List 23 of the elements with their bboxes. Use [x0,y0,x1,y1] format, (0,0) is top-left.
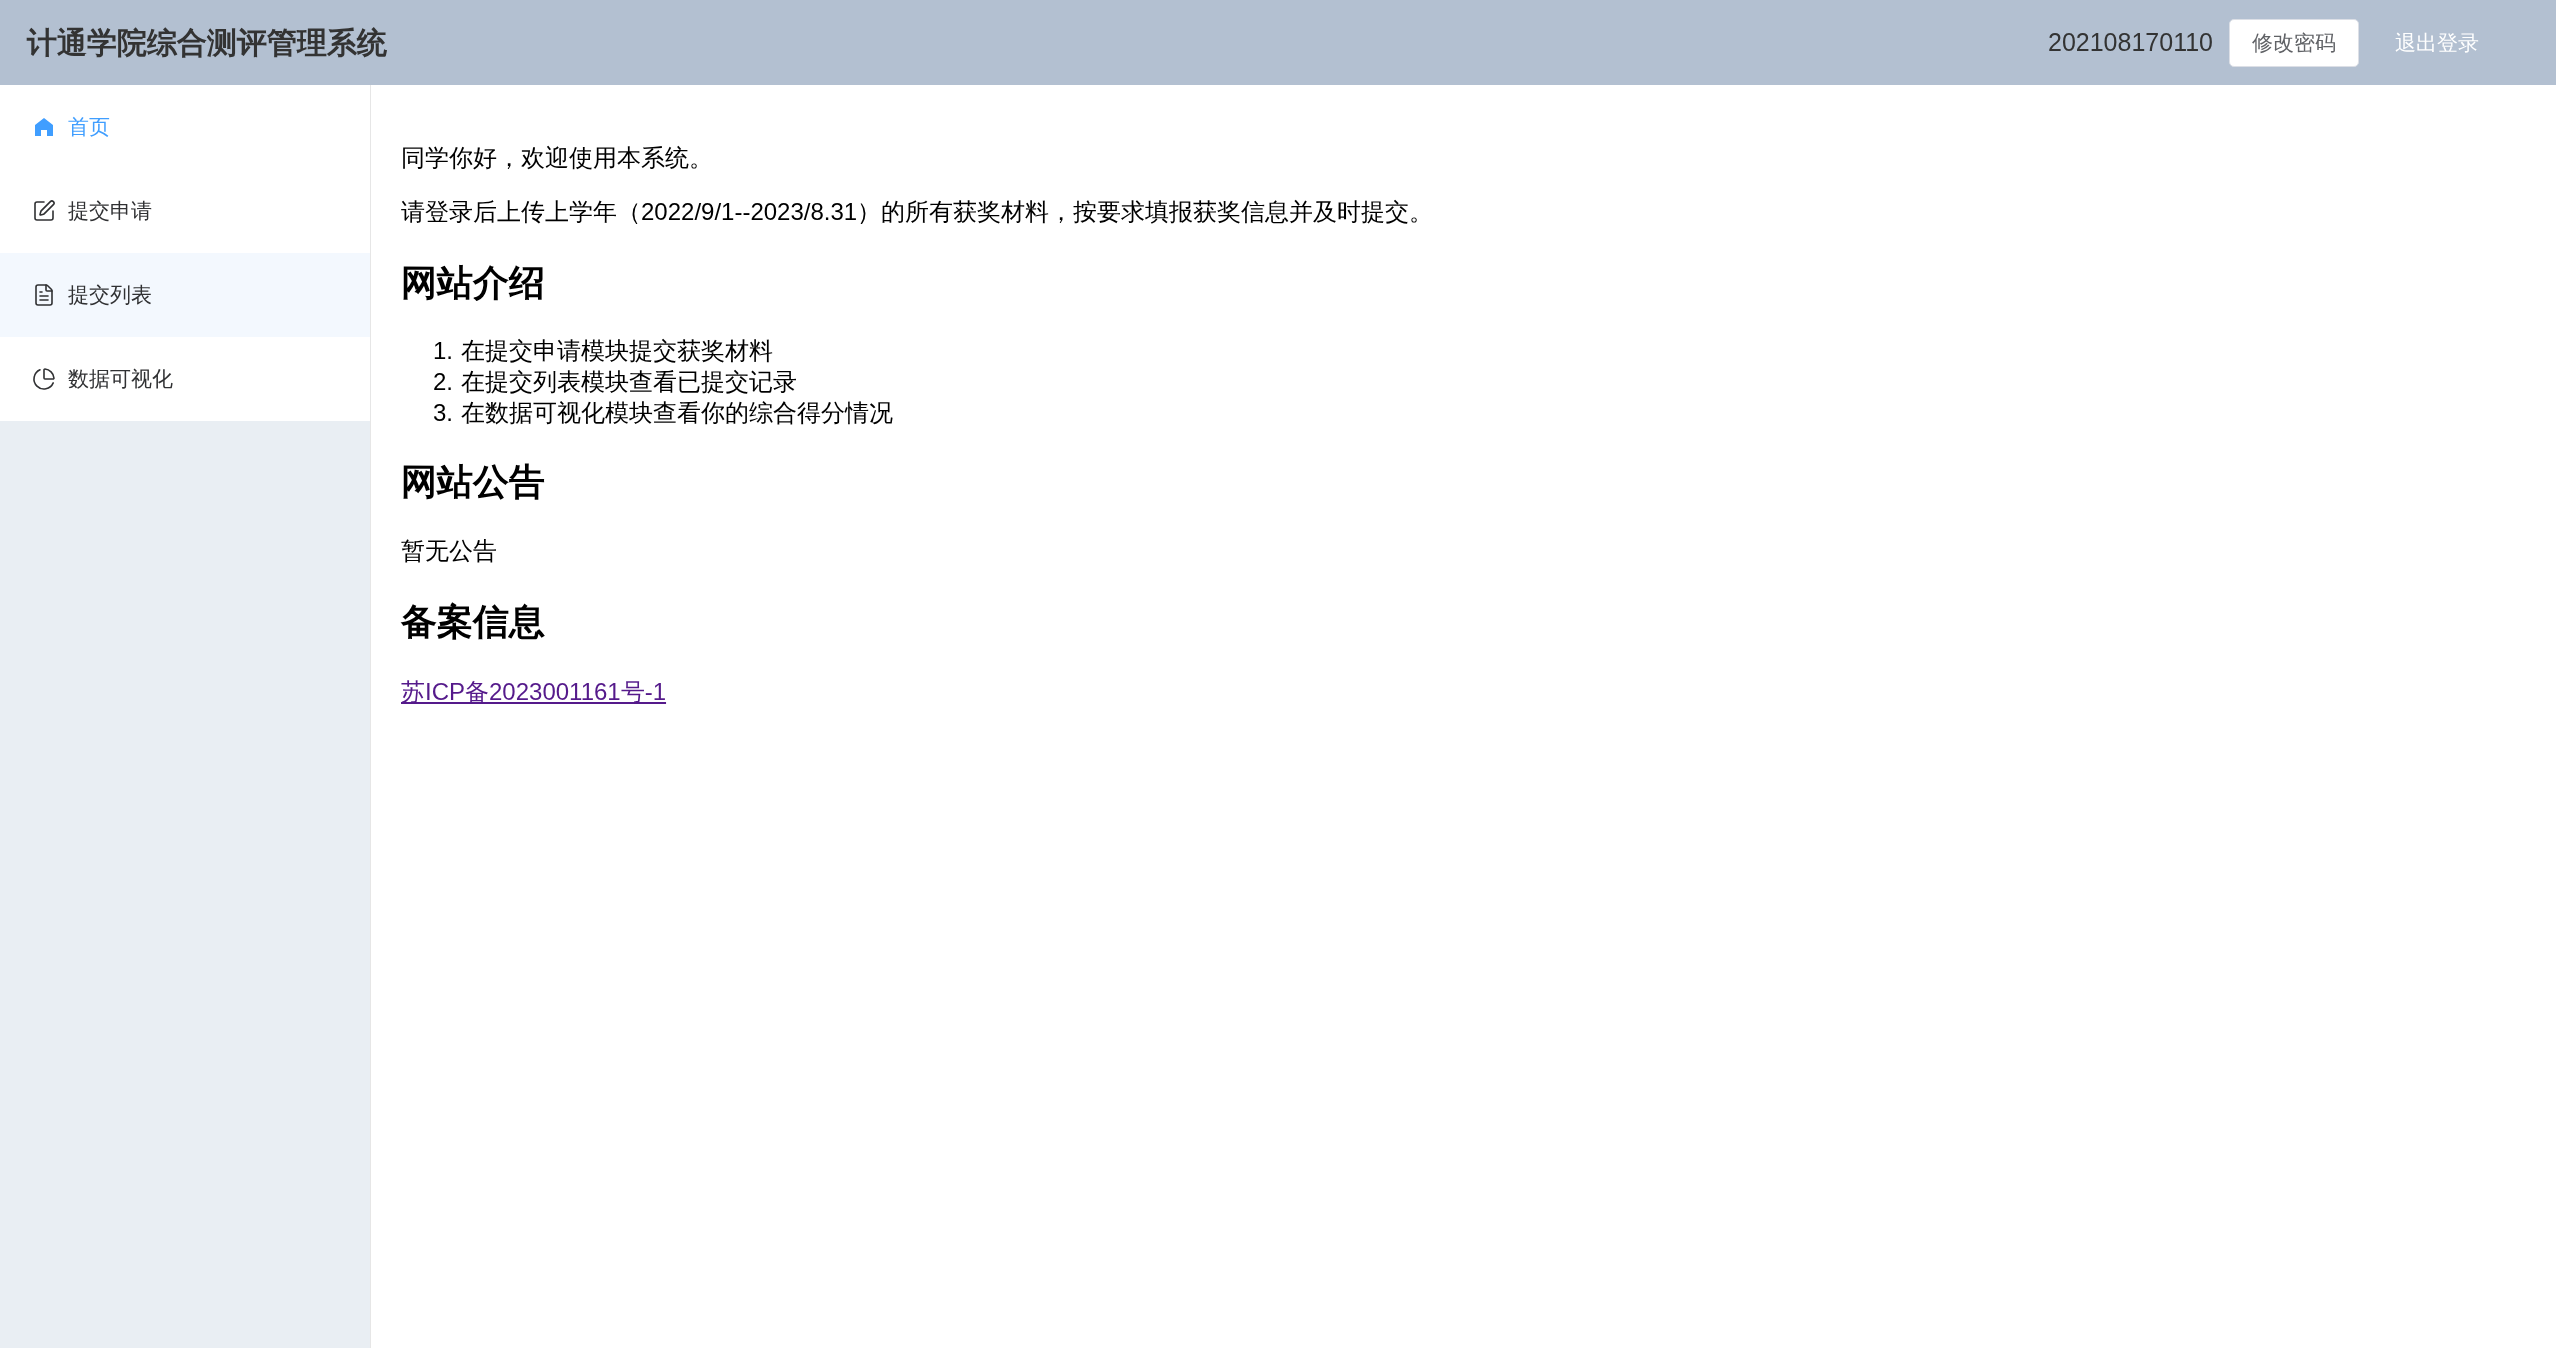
list-item: 在提交列表模块查看已提交记录 [461,367,797,397]
sidebar-menu-item[interactable]: 提交申请 [0,169,370,253]
sidebar-menu-item[interactable]: 数据可视化 [0,337,370,421]
list-number: 3. [433,398,454,428]
section-heading: 网站介绍 [401,261,546,305]
section-heading: 备案信息 [401,600,546,644]
list-item: 在数据可视化模块查看你的综合得分情况 [461,398,893,428]
list-item: 在提交申请模块提交获奖材料 [461,336,773,366]
instruction-text: 请登录后上传上学年（2022/9/1--2023/8.31）的所有获奖材料，按要求填报获奖信息并及时提交。 [401,197,1435,227]
greeting-text: 同学你好，欢迎使用本系统。 [401,143,714,173]
sidebar-menu-item[interactable]: 提交列表 [0,253,370,337]
edit-icon [32,199,56,223]
list-number: 1. [433,336,454,366]
change-password-button[interactable]: 修改密码 [2229,18,2359,67]
icp-link[interactable]: 苏ICP备2023001161号-1 [401,678,667,705]
list-number: 2. [433,367,454,397]
document-icon [32,283,56,307]
app-title: 计通学院综合测评管理系统 [27,25,387,61]
home-icon [32,115,56,139]
section-heading: 网站公告 [401,460,546,504]
notice-text: 暂无公告 [401,536,498,566]
user-id: 202108170110 [2048,26,2213,58]
pie-chart-icon [32,367,56,391]
